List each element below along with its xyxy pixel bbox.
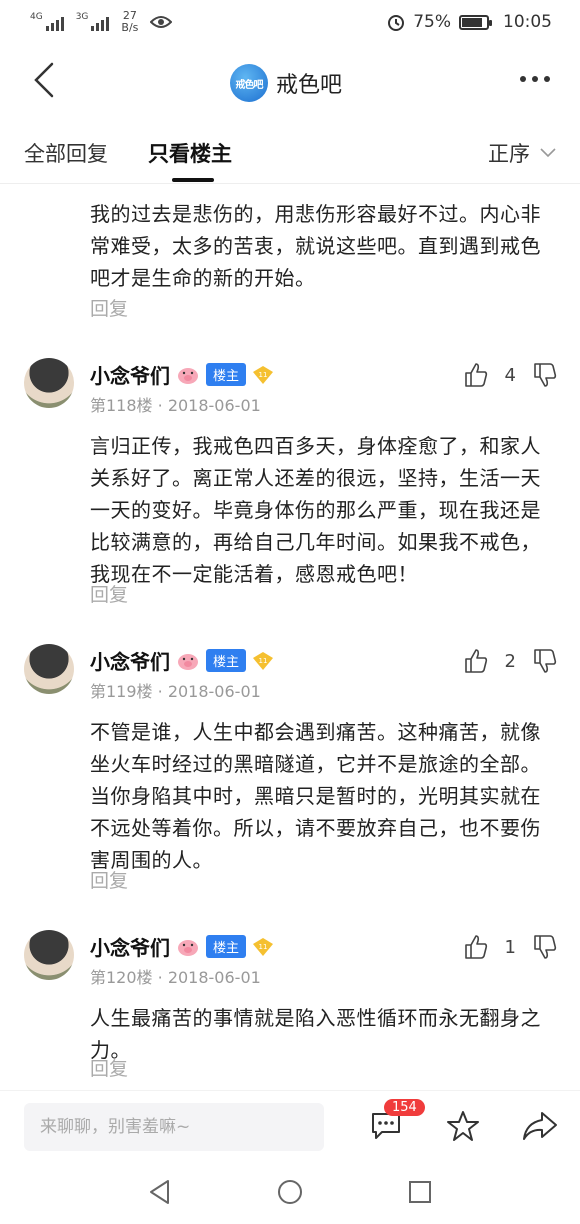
pig-emoji-icon <box>178 939 198 956</box>
owner-badge: 楼主 <box>206 363 247 386</box>
forum-title: 戒色吧 <box>276 73 343 98</box>
sort-order-dropdown[interactable]: 正序 <box>488 138 556 168</box>
post-thread: 我的过去是悲伤的，用悲伤形容最好不过。内心非常难受，太多的苦衷，就说这些吧。直到… <box>0 184 580 1090</box>
sort-order-label: 正序 <box>488 142 530 166</box>
owner-badge: 楼主 <box>206 649 247 672</box>
thumbs-down-icon[interactable] <box>532 648 558 674</box>
forum-title-group[interactable]: 戒色吧 戒色吧 <box>230 64 342 102</box>
bottom-action-bar: 154 <box>0 1090 580 1160</box>
floor-number: 第119楼 <box>90 682 153 701</box>
like-count: 1 <box>504 936 516 958</box>
top-navigation: 戒色吧 戒色吧 <box>0 44 580 116</box>
svg-text:11: 11 <box>259 943 268 951</box>
share-icon[interactable] <box>522 1109 558 1143</box>
thumbs-down-icon[interactable] <box>532 934 558 960</box>
back-arrow-icon[interactable] <box>30 62 60 98</box>
thumbs-up-icon[interactable] <box>463 934 489 960</box>
thumbs-up-icon[interactable] <box>463 648 489 674</box>
thumbs-down-icon[interactable] <box>532 362 558 388</box>
username[interactable]: 小念爷们 <box>90 646 170 675</box>
status-bar: 4G 3G 27 B/s 75% 10:05 <box>0 0 580 44</box>
reply-link[interactable]: 回复 <box>90 580 128 607</box>
username[interactable]: 小念爷们 <box>90 932 170 961</box>
network-speed: 27 B/s <box>121 9 139 34</box>
reply-link[interactable]: 回复 <box>90 866 128 893</box>
post-meta: 第120楼 · 2018-06-01 <box>90 968 261 987</box>
post-date: 2018-06-01 <box>167 682 261 701</box>
reply-link[interactable]: 回复 <box>90 294 128 321</box>
battery-percent: 75% <box>413 12 451 32</box>
comment-input[interactable] <box>24 1103 324 1151</box>
pig-emoji-icon <box>178 653 198 670</box>
level-badge-icon: 11 <box>253 365 274 384</box>
svg-text:11: 11 <box>259 371 268 379</box>
username[interactable]: 小念爷们 <box>90 360 170 389</box>
post-text: 言归正传，我戒色四百多天，身体痊愈了，和家人关系好了。离正常人还差的很远，坚持，… <box>90 434 541 586</box>
owner-badge: 楼主 <box>206 935 247 958</box>
level-badge-icon: 11 <box>253 937 274 956</box>
signal-icon-secondary: 3G <box>76 13 110 31</box>
like-count: 4 <box>504 364 516 386</box>
system-navigation-bar <box>0 1160 580 1224</box>
pig-emoji-icon <box>178 367 198 384</box>
post-meta: 第119楼 · 2018-06-01 <box>90 682 261 701</box>
thumbs-up-icon[interactable] <box>463 362 489 388</box>
avatar[interactable] <box>24 930 74 980</box>
tab-all-replies[interactable]: 全部回复 <box>24 138 108 168</box>
post-date: 2018-06-01 <box>167 968 261 987</box>
like-count: 2 <box>504 650 516 672</box>
floor-number: 第120楼 <box>90 968 153 987</box>
level-badge-icon: 11 <box>253 651 274 670</box>
post-text: 我的过去是悲伤的，用悲伤形容最好不过。内心非常难受，太多的苦衷，就说这些吧。直到… <box>90 202 541 290</box>
reply-filter-tabs: 全部回复 只看楼主 正序 <box>0 116 580 184</box>
post-text: 不管是谁，人生中都会遇到痛苦。这种痛苦，就像坐火车时经过的黑暗隧道，它并不是旅途… <box>90 720 541 872</box>
floor-number: 第118楼 <box>90 396 153 415</box>
eye-icon <box>150 16 173 28</box>
more-options-icon[interactable] <box>520 76 550 82</box>
avatar[interactable] <box>24 644 74 694</box>
message-count-badge: 154 <box>384 1099 425 1116</box>
svg-text:11: 11 <box>259 657 268 665</box>
reply-link[interactable]: 回复 <box>90 1054 128 1081</box>
clock: 10:05 <box>503 12 552 32</box>
signal-icon: 4G <box>30 13 64 31</box>
post-meta: 第118楼 · 2018-06-01 <box>90 396 261 415</box>
active-tab-indicator <box>172 178 214 182</box>
post-date: 2018-06-01 <box>167 396 261 415</box>
tab-owner-only[interactable]: 只看楼主 <box>148 138 232 168</box>
star-icon[interactable] <box>446 1109 480 1143</box>
forum-logo: 戒色吧 <box>230 64 268 102</box>
avatar[interactable] <box>24 358 74 408</box>
recent-apps-square-icon[interactable] <box>406 1178 434 1206</box>
battery-icon <box>459 14 492 30</box>
chevron-down-icon <box>540 148 556 158</box>
back-triangle-icon[interactable] <box>146 1178 174 1206</box>
post-text: 人生最痛苦的事情就是陷入恶性循环而永无翻身之力。 <box>90 1006 541 1062</box>
home-circle-icon[interactable] <box>276 1178 304 1206</box>
alarm-icon <box>388 15 405 31</box>
